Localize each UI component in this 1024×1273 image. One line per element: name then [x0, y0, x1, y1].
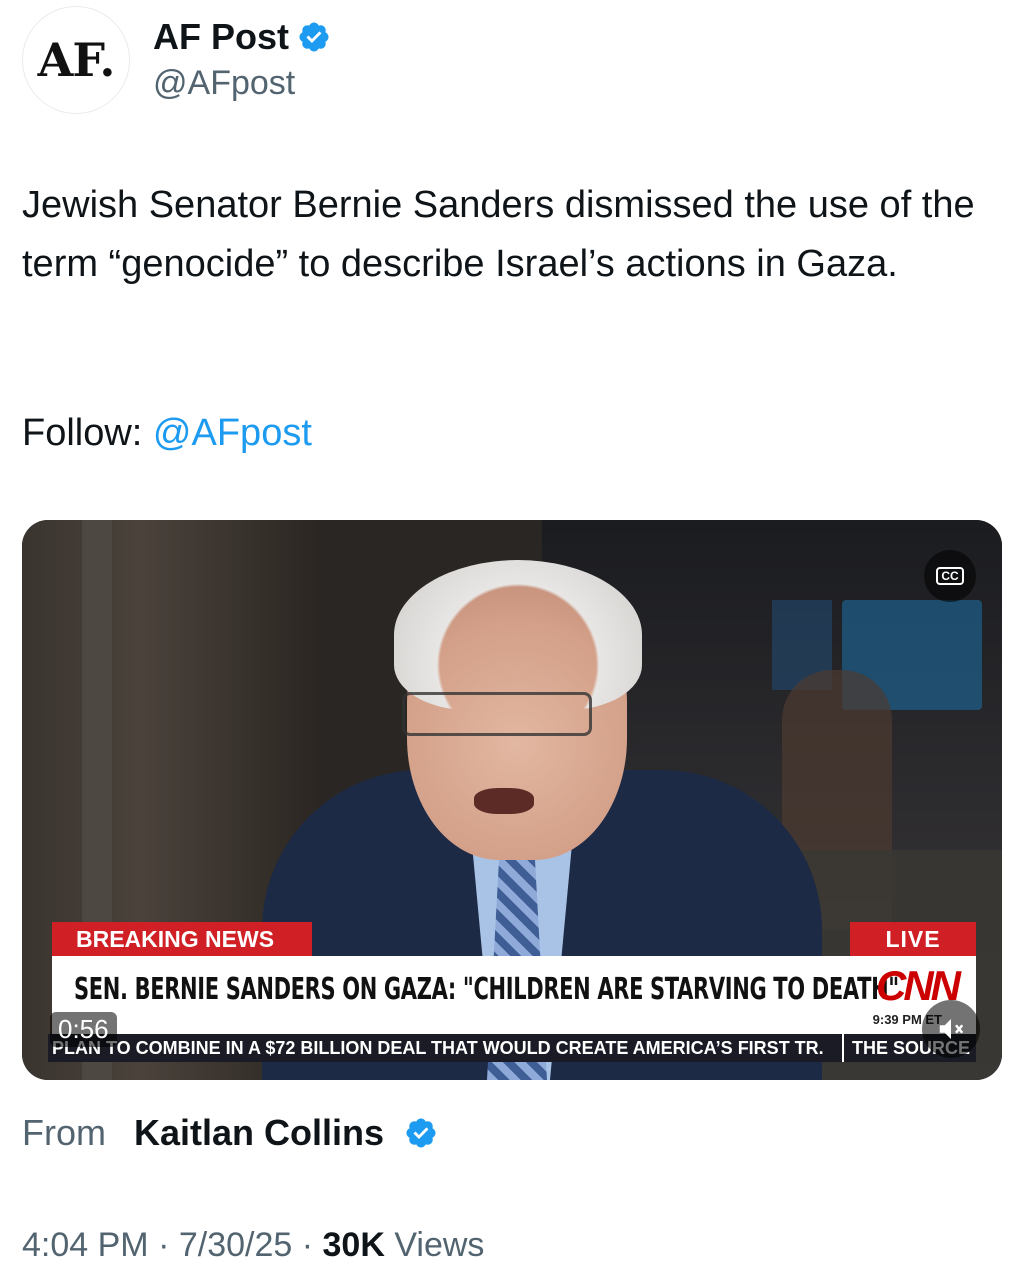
chyron-headline-bar: SEN. BERNIE SANDERS ON GAZA: "CHILDREN A…	[52, 956, 976, 1034]
views-label: Views	[384, 1226, 485, 1264]
author-handle[interactable]: @AFpost	[153, 64, 295, 103]
verified-badge-icon	[299, 22, 329, 52]
tweet-header: AF. AF Post @AFpost	[22, 6, 1002, 116]
meta-separator: ·	[292, 1226, 323, 1264]
news-ticker: PLAN TO COMBINE IN A $72 BILLION DEAL TH…	[48, 1034, 976, 1062]
author-name-row[interactable]: AF Post	[153, 16, 331, 58]
senator-glasses	[402, 692, 592, 736]
senator-hair	[394, 560, 642, 710]
tweet-date[interactable]: 7/30/25	[179, 1226, 292, 1264]
follow-handle-link[interactable]: @AFpost	[153, 412, 312, 454]
cc-icon: CC	[936, 567, 964, 585]
source-name-link[interactable]: Kaitlan Collins	[134, 1112, 384, 1154]
closed-captions-button[interactable]: CC	[924, 550, 976, 602]
mute-button[interactable]	[922, 1000, 980, 1058]
follow-line: Follow: @AFpost	[22, 404, 312, 463]
senator-mouth	[474, 788, 534, 814]
video-player[interactable]: CC BREAKING NEWS LIVE SEN. BERNIE SANDER…	[22, 520, 1002, 1080]
avatar[interactable]: AF.	[22, 6, 130, 114]
meta-separator: ·	[148, 1226, 179, 1264]
avatar-logo-text: AF.	[37, 33, 116, 87]
tweet-body-text: Jewish Senator Bernie Sanders dismissed …	[22, 184, 975, 285]
verified-badge-icon	[406, 1118, 436, 1148]
views-count: 30K	[322, 1226, 385, 1264]
from-label: From	[22, 1112, 106, 1153]
ticker-text: PLAN TO COMBINE IN A $72 BILLION DEAL TH…	[52, 1038, 824, 1058]
video-source-row: From Kaitlan Collins	[22, 1112, 438, 1154]
author-display-name[interactable]: AF Post	[153, 16, 289, 58]
tweet-meta-row: 4:04 PM · 7/30/25 · 30K Views	[22, 1226, 484, 1265]
breaking-news-banner: BREAKING NEWS	[52, 922, 312, 956]
follow-label: Follow:	[22, 412, 153, 454]
chyron-headline: SEN. BERNIE SANDERS ON GAZA: "CHILDREN A…	[74, 972, 899, 1007]
live-badge: LIVE	[850, 922, 976, 956]
tweet-time[interactable]: 4:04 PM	[22, 1226, 149, 1264]
speaker-muted-icon	[939, 1019, 964, 1039]
video-duration: 0:56	[50, 1012, 117, 1047]
